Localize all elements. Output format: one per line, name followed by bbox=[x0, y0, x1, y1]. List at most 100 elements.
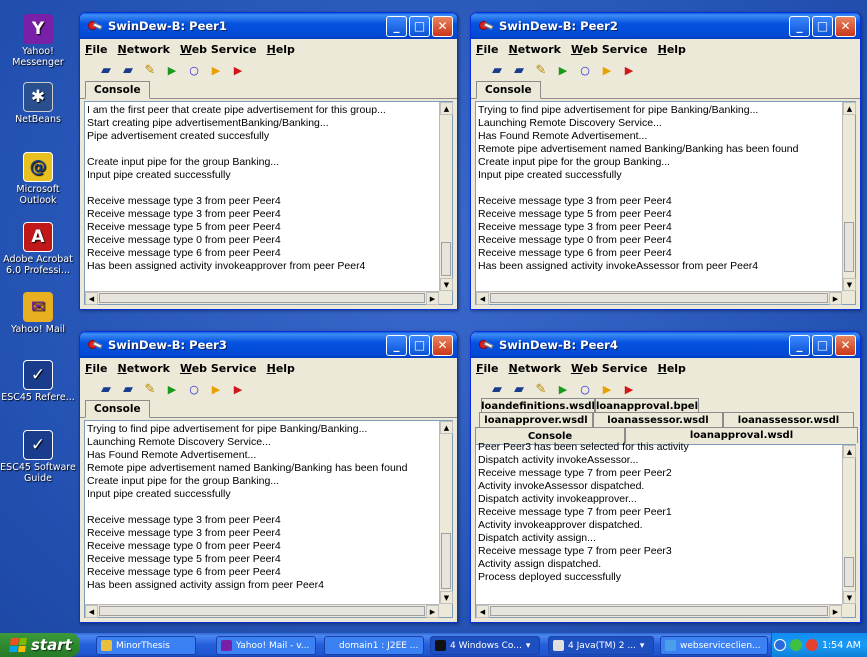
taskbar-button-yahoo-mail[interactable]: Yahoo! Mail - v... bbox=[216, 636, 316, 655]
desktop-icon-esc45-reference[interactable]: ✓ ESC45 Refere... bbox=[0, 360, 76, 403]
scroll-thumb[interactable] bbox=[490, 606, 828, 616]
scroll-thumb[interactable] bbox=[99, 293, 425, 303]
window-titlebar[interactable]: SwinDew-B: Peer4 _ □ ✕ bbox=[471, 332, 860, 358]
maximize-button[interactable]: □ bbox=[812, 334, 833, 356]
open-folder-icon[interactable]: ▰ bbox=[489, 381, 505, 397]
desktop-icon-netbeans[interactable]: ✱ NetBeans bbox=[0, 82, 76, 125]
menu-help[interactable]: Help bbox=[658, 43, 686, 56]
taskbar-button-windows-console[interactable]: 4 Windows Co... ▾ bbox=[430, 636, 540, 655]
desktop-icon-yahoo-messenger[interactable]: Y Yahoo! Messenger bbox=[0, 14, 76, 68]
scroll-up-icon[interactable]: ▲ bbox=[843, 445, 856, 458]
open-folder-icon[interactable]: ▰ bbox=[98, 381, 114, 397]
run-icon[interactable]: ▶ bbox=[621, 62, 637, 78]
console-output[interactable]: I am the first peer that create pipe adv… bbox=[84, 101, 453, 305]
stop-circle-icon[interactable]: ○ bbox=[186, 62, 202, 78]
scroll-down-icon[interactable]: ▼ bbox=[843, 591, 856, 604]
desktop-icon-yahoo-mail[interactable]: ✉ Yahoo! Mail bbox=[0, 292, 76, 335]
tab-console[interactable]: Console bbox=[476, 81, 541, 99]
edit-note-icon[interactable]: ✎ bbox=[533, 62, 549, 78]
tray-network-icon[interactable] bbox=[789, 639, 802, 651]
menu-network[interactable]: Network bbox=[118, 362, 170, 375]
desktop-icon-esc45-software-guide[interactable]: ✓ ESC45 Software Guide bbox=[0, 430, 76, 484]
window-titlebar[interactable]: SwinDew-B: Peer3 _ □ ✕ bbox=[80, 332, 457, 358]
close-button[interactable]: ✕ bbox=[432, 334, 453, 356]
horizontal-scrollbar[interactable]: ◀ ▶ bbox=[476, 291, 842, 305]
scroll-left-icon[interactable]: ◀ bbox=[476, 605, 489, 618]
desktop-icon-outlook[interactable]: @ Microsoft Outlook bbox=[0, 152, 76, 206]
step-forward-icon[interactable]: ▶ bbox=[599, 62, 615, 78]
scroll-thumb[interactable] bbox=[844, 222, 854, 272]
minimize-button[interactable]: _ bbox=[789, 334, 810, 356]
vertical-scrollbar[interactable]: ▲ ▼ bbox=[439, 421, 453, 604]
save-folder-icon[interactable]: ▰ bbox=[511, 381, 527, 397]
scroll-thumb[interactable] bbox=[844, 557, 854, 587]
menu-network[interactable]: Network bbox=[118, 43, 170, 56]
menu-web-service[interactable]: Web Service bbox=[180, 362, 257, 375]
menu-web-service[interactable]: Web Service bbox=[571, 362, 648, 375]
play-icon[interactable]: ▶ bbox=[164, 381, 180, 397]
edit-note-icon[interactable]: ✎ bbox=[142, 62, 158, 78]
console-output[interactable]: Trying to find pipe advertisement for pi… bbox=[84, 420, 453, 618]
horizontal-scrollbar[interactable]: ◀ ▶ bbox=[85, 604, 439, 618]
console-output[interactable]: Trying to find pipe advertisement for pi… bbox=[475, 101, 856, 305]
scroll-left-icon[interactable]: ◀ bbox=[85, 292, 98, 305]
scroll-thumb[interactable] bbox=[441, 242, 451, 276]
tab-loanassessor-wsdl-2[interactable]: loanassessor.wsdl bbox=[723, 412, 854, 428]
play-icon[interactable]: ▶ bbox=[555, 62, 571, 78]
scroll-thumb[interactable] bbox=[441, 533, 451, 589]
save-folder-icon[interactable]: ▰ bbox=[120, 381, 136, 397]
run-icon[interactable]: ▶ bbox=[230, 381, 246, 397]
menu-network[interactable]: Network bbox=[509, 43, 561, 56]
tray-arrow-icon[interactable] bbox=[773, 639, 786, 651]
taskbar-button-domain1[interactable]: domain1 : J2EE ... bbox=[324, 636, 424, 655]
scroll-up-icon[interactable]: ▲ bbox=[843, 102, 856, 115]
vertical-scrollbar[interactable]: ▲ ▼ bbox=[842, 445, 856, 604]
scroll-right-icon[interactable]: ▶ bbox=[829, 605, 842, 618]
close-button[interactable]: ✕ bbox=[835, 334, 856, 356]
console-output[interactable]: Peer Peer3 has been selected for this ac… bbox=[475, 441, 856, 618]
minimize-button[interactable]: _ bbox=[386, 15, 407, 37]
scroll-right-icon[interactable]: ▶ bbox=[426, 292, 439, 305]
play-icon[interactable]: ▶ bbox=[555, 381, 571, 397]
stop-circle-icon[interactable]: ○ bbox=[577, 381, 593, 397]
close-button[interactable]: ✕ bbox=[432, 15, 453, 37]
vertical-scrollbar[interactable]: ▲ ▼ bbox=[842, 102, 856, 291]
desktop-icon-acrobat[interactable]: A Adobe Acrobat 6.0 Professi... bbox=[0, 222, 76, 276]
window-titlebar[interactable]: SwinDew-B: Peer2 _ □ ✕ bbox=[471, 13, 860, 39]
scroll-thumb[interactable] bbox=[99, 606, 425, 616]
minimize-button[interactable]: _ bbox=[386, 334, 407, 356]
menu-file[interactable]: File bbox=[476, 43, 499, 56]
minimize-button[interactable]: _ bbox=[789, 15, 810, 37]
scroll-left-icon[interactable]: ◀ bbox=[85, 605, 98, 618]
scroll-left-icon[interactable]: ◀ bbox=[476, 292, 489, 305]
menu-web-service[interactable]: Web Service bbox=[571, 43, 648, 56]
taskbar-button-webserviceclient[interactable]: webserviceclien... bbox=[660, 636, 768, 655]
scroll-down-icon[interactable]: ▼ bbox=[440, 591, 453, 604]
menu-help[interactable]: Help bbox=[658, 362, 686, 375]
maximize-button[interactable]: □ bbox=[409, 15, 430, 37]
start-button[interactable]: start bbox=[0, 633, 80, 657]
open-folder-icon[interactable]: ▰ bbox=[489, 62, 505, 78]
tab-console[interactable]: Console bbox=[85, 400, 150, 418]
tab-console[interactable]: Console bbox=[85, 81, 150, 99]
scroll-right-icon[interactable]: ▶ bbox=[426, 605, 439, 618]
scroll-down-icon[interactable]: ▼ bbox=[440, 278, 453, 291]
horizontal-scrollbar[interactable]: ◀ ▶ bbox=[85, 291, 439, 305]
menu-help[interactable]: Help bbox=[267, 43, 295, 56]
window-titlebar[interactable]: SwinDew-B: Peer1 _ □ ✕ bbox=[80, 13, 457, 39]
tab-loanapprover-wsdl[interactable]: loanapprover.wsdl bbox=[479, 412, 593, 428]
tab-loanassessor-wsdl[interactable]: loanassessor.wsdl bbox=[593, 412, 723, 428]
stop-circle-icon[interactable]: ○ bbox=[186, 381, 202, 397]
step-forward-icon[interactable]: ▶ bbox=[599, 381, 615, 397]
run-icon[interactable]: ▶ bbox=[621, 381, 637, 397]
taskbar-button-java[interactable]: 4 Java(TM) 2 ... ▾ bbox=[548, 636, 654, 655]
scroll-up-icon[interactable]: ▲ bbox=[440, 102, 453, 115]
scroll-up-icon[interactable]: ▲ bbox=[440, 421, 453, 434]
horizontal-scrollbar[interactable]: ◀ ▶ bbox=[476, 604, 842, 618]
scroll-thumb[interactable] bbox=[490, 293, 828, 303]
edit-note-icon[interactable]: ✎ bbox=[142, 381, 158, 397]
menu-file[interactable]: File bbox=[85, 362, 108, 375]
step-forward-icon[interactable]: ▶ bbox=[208, 381, 224, 397]
taskbar-button-minorthesis[interactable]: MinorThesis bbox=[96, 636, 196, 655]
play-icon[interactable]: ▶ bbox=[164, 62, 180, 78]
